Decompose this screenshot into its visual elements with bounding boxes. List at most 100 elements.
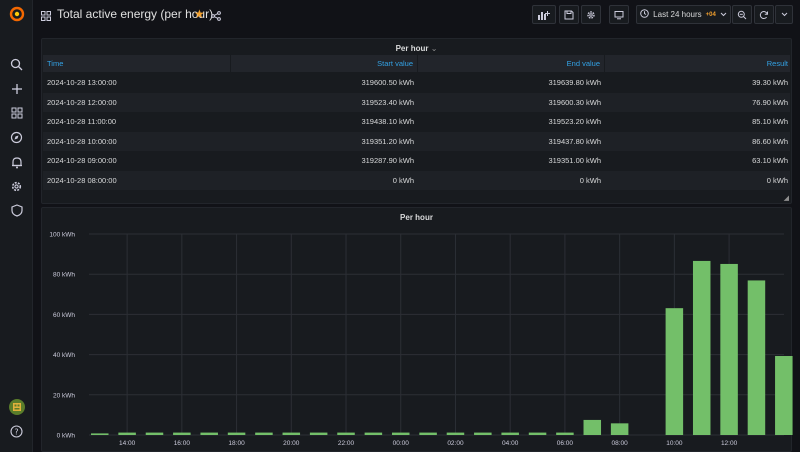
help-icon[interactable]: ?	[0, 420, 33, 442]
refresh-interval-dropdown[interactable]	[775, 5, 793, 24]
cell-result: 85.10 kWh	[752, 117, 788, 126]
y-tick-label: 40 kWh	[53, 352, 75, 359]
bar	[145, 432, 164, 435]
x-tick-label: 08:00	[611, 440, 628, 447]
bar	[556, 432, 574, 435]
cell-end-value: 319523.20 kWh	[548, 117, 601, 126]
cell-time: 2024-10-28 11:00:00	[47, 117, 117, 126]
y-tick-label: 100 kWh	[49, 232, 75, 239]
x-tick-label: 04:00	[502, 440, 519, 447]
bar	[775, 356, 793, 435]
time-range-picker[interactable]: Last 24 hours +04	[636, 5, 731, 24]
bar	[665, 308, 684, 435]
table-panel-title[interactable]: Per hour ⌄	[42, 44, 791, 53]
dashboard-title[interactable]: Total active energy (per hour)	[57, 7, 213, 21]
x-tick-label: 16:00	[174, 440, 191, 447]
cell-result: 76.90 kWh	[752, 97, 788, 107]
refresh-button[interactable]	[754, 5, 774, 24]
cell-time: 2024-10-28 08:00:00	[47, 175, 117, 185]
cell-result: 63.10 kWh	[752, 156, 788, 165]
x-tick-label: 14:00	[119, 440, 136, 447]
x-tick-label: 20:00	[283, 440, 300, 447]
shield-icon[interactable]	[0, 199, 33, 221]
column-header-start-value[interactable]: Start value	[231, 55, 418, 72]
x-tick-label: 06:00	[557, 440, 574, 447]
explore-icon[interactable]	[0, 126, 33, 148]
bar	[720, 263, 738, 435]
y-tick-label: 80 kWh	[53, 272, 75, 279]
column-header-time[interactable]: Time	[43, 55, 231, 72]
bar	[474, 432, 492, 435]
bar	[419, 432, 437, 435]
bell-icon[interactable]	[0, 151, 33, 173]
chart-panel: Per hour 0 kWh 20 kWh 40 kWh 60 kWh 80 kWh 10…	[41, 207, 793, 452]
bar	[692, 260, 711, 435]
bar	[583, 419, 602, 435]
cell-start-value: 319600.50 kWh	[361, 78, 414, 87]
bar	[255, 432, 273, 435]
cell-time: 2024-10-28 13:00:00	[47, 78, 117, 87]
table-row: 2024-10-28 08:00:00 0 kWh 0 kWh 0 kWh	[43, 170, 790, 190]
grafana-logo-icon[interactable]	[0, 3, 33, 25]
cell-start-value: 319523.40 kWh	[361, 97, 414, 107]
cell-end-value: 0 kWh	[579, 175, 601, 185]
cell-end-value: 319600.30 kWh	[548, 97, 601, 107]
bar	[200, 432, 218, 435]
plus-icon[interactable]	[0, 78, 33, 100]
chevron-down-icon	[720, 10, 727, 19]
dashboards-icon[interactable]	[0, 102, 33, 124]
cell-start-value: 319287.90 kWh	[361, 156, 414, 165]
table-row: 2024-10-28 12:00:00 319523.40 kWh 319600.3…	[43, 92, 790, 112]
bar	[610, 423, 629, 435]
bar	[391, 432, 410, 435]
svg-text:?: ?	[14, 427, 18, 436]
table-row: 2024-10-28 10:00:00 319351.20 kWh 319437.8…	[43, 131, 790, 151]
sidebar: ?	[0, 0, 33, 452]
gear-icon[interactable]	[0, 175, 33, 197]
zoom-out-button[interactable]	[732, 5, 752, 24]
resize-handle-icon[interactable]: ◢	[784, 194, 789, 202]
bar	[91, 433, 109, 435]
table-row: 2024-10-28 11:00:00 319438.10 kWh 319523.2…	[43, 112, 790, 131]
cell-end-value: 319351.00 kWh	[548, 156, 601, 165]
table-panel: Per hour ⌄ Time Start value End value Re…	[41, 38, 792, 204]
bar	[747, 280, 766, 435]
y-tick-label: 0 kWh	[57, 433, 76, 440]
cell-time: 2024-10-28 12:00:00	[47, 97, 117, 107]
time-range-label: Last 24 hours	[653, 10, 702, 19]
cell-result: 86.60 kWh	[752, 136, 788, 146]
chevron-down-icon: ⌄	[430, 44, 438, 53]
bar	[446, 432, 465, 435]
bar	[309, 432, 328, 435]
timezone-badge: +04	[705, 11, 716, 18]
save-dashboard-button[interactable]	[559, 5, 579, 24]
search-icon[interactable]	[0, 53, 33, 75]
cell-end-value: 319639.80 kWh	[548, 78, 601, 87]
cell-result: 0 kWh	[766, 175, 788, 185]
cell-end-value: 319437.80 kWh	[548, 136, 601, 146]
dashboard-settings-button[interactable]	[581, 5, 601, 24]
bar	[337, 432, 355, 435]
cell-start-value: 319438.10 kWh	[361, 117, 414, 126]
bar	[501, 432, 519, 435]
x-tick-label: 10:00	[666, 440, 683, 447]
cell-time: 2024-10-28 10:00:00	[47, 136, 117, 146]
cell-start-value: 0 kWh	[392, 175, 414, 185]
cell-time: 2024-10-28 09:00:00	[47, 156, 117, 165]
x-tick-label: 22:00	[338, 440, 355, 447]
add-panel-button[interactable]	[532, 5, 556, 24]
bar	[528, 432, 547, 435]
column-header-result[interactable]: Result	[605, 55, 792, 72]
cell-start-value: 319351.20 kWh	[361, 136, 414, 146]
table-row: 2024-10-28 09:00:00 319287.90 kWh 319351.0…	[43, 151, 790, 170]
table-row: 2024-10-28 13:00:00 319600.50 kWh 319639.8…	[43, 73, 790, 92]
bar-chart: 0 kWh 20 kWh 40 kWh 60 kWh 80 kWh 100 kWh 14:0…	[49, 232, 793, 447]
column-header-end-value[interactable]: End value	[418, 55, 605, 72]
cycle-view-mode-button[interactable]	[609, 5, 629, 24]
star-icon[interactable]: ★	[194, 7, 205, 21]
top-bar: Total active energy (per hour) ★ Last 24…	[33, 0, 800, 30]
dashboard-grid-icon	[41, 8, 51, 26]
share-icon[interactable]	[211, 8, 221, 26]
avatar[interactable]	[0, 396, 33, 418]
bar	[173, 432, 191, 435]
